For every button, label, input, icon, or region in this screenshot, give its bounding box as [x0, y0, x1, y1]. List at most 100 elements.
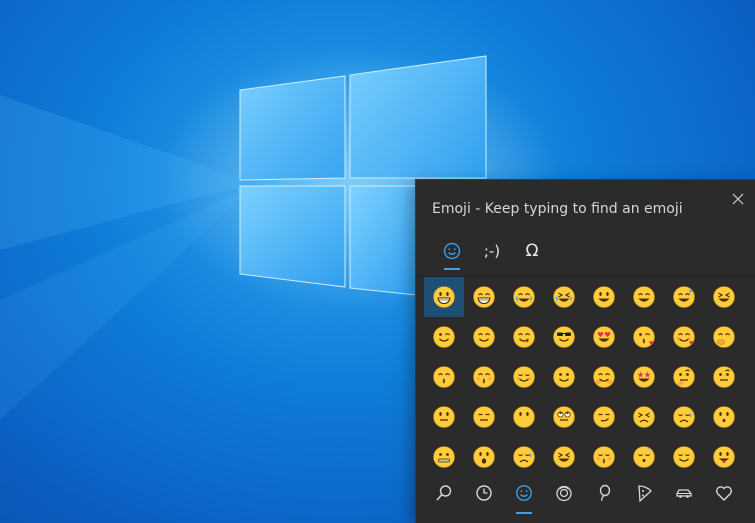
emoji-rolling-on-floor-laughing[interactable] — [544, 277, 584, 317]
emoji-relaxed-face[interactable] — [504, 357, 544, 397]
tab-symbols-label: Ω — [525, 241, 539, 261]
emoji-smiling-face[interactable] — [464, 317, 504, 357]
panel-title: Emoji - Keep typing to find an emoji — [432, 201, 683, 217]
face-without-mouth-icon — [513, 406, 535, 428]
category-food[interactable] — [624, 476, 664, 510]
smiling-hearts-icon — [673, 326, 695, 348]
emoji-smiling-sunglasses[interactable] — [544, 317, 584, 357]
emoji-grid-area: z — [416, 276, 755, 477]
emoji-sleepy-face[interactable] — [504, 437, 544, 477]
star-struck-icon — [633, 366, 655, 388]
hushed-face-icon — [713, 406, 735, 428]
smirking-face-icon — [593, 406, 615, 428]
smiley-icon — [516, 485, 532, 501]
relaxed-face-icon — [513, 366, 535, 388]
category-smileys[interactable] — [504, 476, 544, 514]
face-savoring-food-icon — [513, 326, 535, 348]
kissing-smiling-eyes-icon — [473, 366, 495, 388]
emoji-beaming-face[interactable] — [464, 277, 504, 317]
tab-symbols[interactable]: Ω — [512, 236, 552, 266]
emoji-tired-face[interactable] — [544, 437, 584, 477]
emoji-grid: z — [424, 277, 744, 477]
emoji-star-struck[interactable] — [624, 357, 664, 397]
tab-kaomoji[interactable]: ;-) — [472, 236, 512, 266]
sad-relieved-face-icon — [673, 406, 695, 428]
balloon-icon — [599, 484, 611, 502]
heart-icon — [715, 486, 733, 501]
expressionless-face-icon — [473, 406, 495, 428]
tab-emoji[interactable] — [432, 236, 472, 270]
emoji-smirking-face[interactable] — [584, 397, 624, 437]
squinting-laughing-icon — [713, 286, 735, 308]
emoji-smiling-hearts[interactable] — [664, 317, 704, 357]
emoji-relieved-face[interactable] — [664, 437, 704, 477]
face-open-mouth-icon — [473, 446, 495, 468]
winking-face-icon — [433, 326, 455, 348]
emoji-winking-face[interactable] — [424, 317, 464, 357]
category-celebration[interactable] — [584, 476, 624, 510]
face-with-tears-of-joy-icon — [513, 286, 535, 308]
grinning-sweat-icon — [673, 286, 695, 308]
emoji-persevering-face[interactable] — [624, 397, 664, 437]
emoji-grinning-smiling-eyes[interactable] — [624, 277, 664, 317]
close-button[interactable] — [729, 190, 747, 208]
category-transport[interactable] — [664, 476, 704, 510]
emoji-grinning-sweat[interactable] — [664, 277, 704, 317]
emoji-face-blowing-kiss[interactable] — [624, 317, 664, 357]
emoji-face-raised-eyebrow[interactable] — [704, 357, 744, 397]
close-icon — [732, 193, 744, 205]
face-raised-eyebrow-icon — [713, 366, 735, 388]
car-icon — [676, 489, 692, 498]
grinning-face-icon — [433, 286, 455, 308]
emoji-sleeping-face[interactable]: z — [624, 437, 664, 477]
emoji-grinning-face[interactable] — [424, 277, 464, 317]
neutral-face-icon — [433, 406, 455, 428]
beaming-face-icon — [473, 286, 495, 308]
emoji-hushed-face[interactable] — [704, 397, 744, 437]
pizza-icon — [638, 485, 652, 502]
clock-icon — [476, 485, 492, 501]
thinking-face-icon — [673, 366, 695, 388]
category-tabs — [424, 476, 744, 514]
kissing-closed-eyes-icon — [593, 446, 615, 468]
emoji-heart-eyes[interactable] — [584, 317, 624, 357]
grinning-smiling-eyes-icon — [633, 286, 655, 308]
mode-tabs: ;-) Ω — [432, 236, 552, 270]
emoji-face-without-mouth[interactable] — [504, 397, 544, 437]
shushing-face-icon — [433, 366, 455, 388]
emoji-zipper-mouth-face[interactable] — [424, 437, 464, 477]
grinning-big-eyes-icon — [593, 286, 615, 308]
emoji-face-rolling-eyes[interactable] — [544, 397, 584, 437]
heart-eyes-icon — [593, 326, 615, 348]
smiling-face-icon — [473, 326, 495, 348]
emoji-grinning-big-eyes[interactable] — [584, 277, 624, 317]
category-recent[interactable] — [464, 476, 504, 510]
category-symbols[interactable] — [704, 476, 744, 510]
emoji-kissing-closed-eyes[interactable] — [584, 437, 624, 477]
smiling-sunglasses-icon — [553, 326, 575, 348]
search-icon — [436, 485, 452, 501]
emoji-face-with-hand-over-mouth[interactable] — [704, 317, 744, 357]
emoji-squinting-laughing[interactable] — [704, 277, 744, 317]
emoji-neutral-face[interactable] — [424, 397, 464, 437]
emoji-expressionless-face[interactable] — [464, 397, 504, 437]
emoji-hugging-face[interactable] — [584, 357, 624, 397]
emoji-thinking-face[interactable] — [664, 357, 704, 397]
persevering-face-icon — [633, 406, 655, 428]
emoji-face-savoring-food[interactable] — [504, 317, 544, 357]
emoji-shushing-face[interactable] — [424, 357, 464, 397]
face-blowing-kiss-icon — [633, 326, 655, 348]
emoji-face-open-mouth[interactable] — [464, 437, 504, 477]
emoji-face-with-tears-of-joy[interactable] — [504, 277, 544, 317]
emoji-sad-relieved-face[interactable] — [664, 397, 704, 437]
category-bar — [416, 476, 755, 523]
emoji-face-with-tongue[interactable] — [704, 437, 744, 477]
emoji-slightly-smiling[interactable] — [544, 357, 584, 397]
face-rolling-eyes-icon — [553, 406, 575, 428]
category-people[interactable] — [544, 476, 584, 510]
slightly-smiling-icon — [553, 366, 575, 388]
category-search[interactable] — [424, 476, 464, 510]
tired-face-icon — [553, 446, 575, 468]
smiley-icon — [443, 242, 461, 260]
emoji-kissing-smiling-eyes[interactable] — [464, 357, 504, 397]
